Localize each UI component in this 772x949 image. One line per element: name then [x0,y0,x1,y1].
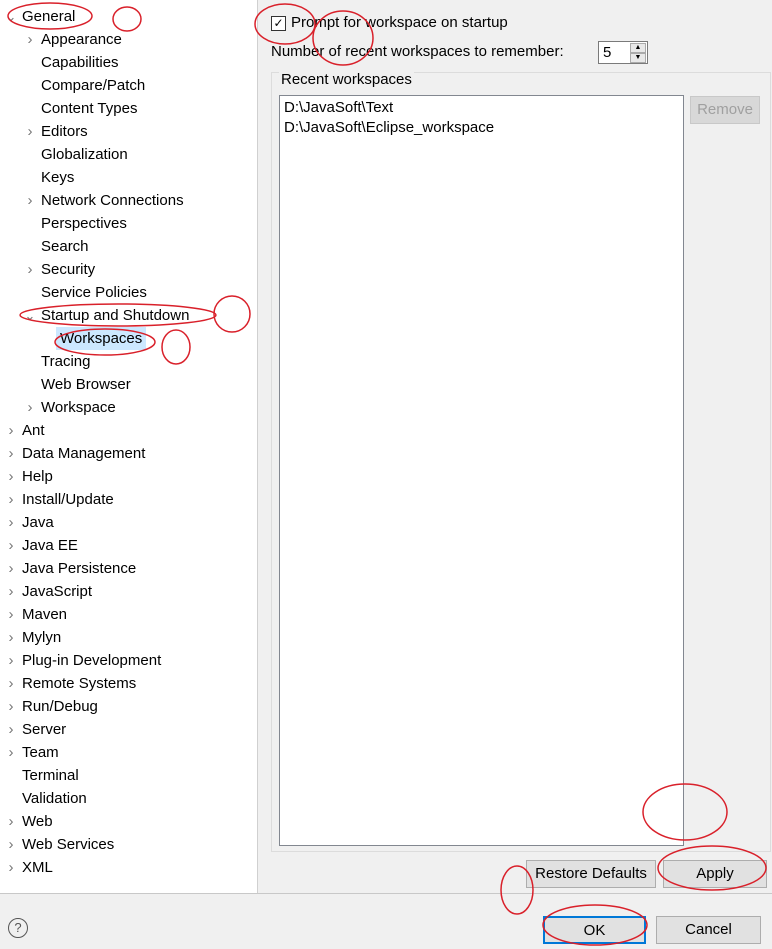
tree-item[interactable]: XML [22,856,53,879]
chevron-right-icon[interactable]: › [5,741,17,764]
chevron-right-icon[interactable]: › [5,534,17,557]
tree-item[interactable]: JavaScript [22,580,92,603]
tree-item[interactable]: Ant [22,419,45,442]
tree-item[interactable]: Install/Update [22,488,114,511]
chevron-right-icon[interactable]: › [5,419,17,442]
recent-count-value[interactable]: 5 [603,44,611,61]
tree-item[interactable]: Workspace [41,396,116,419]
tree-item[interactable]: Perspectives [41,212,127,235]
help-icon[interactable]: ? [8,918,28,938]
chevron-right-icon[interactable]: › [5,649,17,672]
chevron-down-icon[interactable]: ⌄ [24,304,36,327]
chevron-right-icon[interactable]: › [5,672,17,695]
tree-item[interactable]: Maven [22,603,67,626]
cancel-button[interactable]: Cancel [656,916,761,944]
chevron-right-icon[interactable]: › [5,557,17,580]
list-item[interactable]: D:\JavaSoft\Eclipse_workspace [284,118,679,138]
chevron-right-icon[interactable]: › [5,442,17,465]
spin-up-icon[interactable]: ▲ [630,43,646,53]
tree-item[interactable]: General [22,5,75,28]
tree-item[interactable]: Remote Systems [22,672,136,695]
tree-item[interactable]: Java EE [22,534,78,557]
chevron-down-icon[interactable]: ⌄ [5,5,17,28]
tree-item[interactable]: Compare/Patch [41,74,145,97]
list-item[interactable]: D:\JavaSoft\Text [284,98,679,118]
chevron-right-icon[interactable]: › [5,511,17,534]
tree-item[interactable]: Web Services [22,833,114,856]
chevron-right-icon[interactable]: › [5,626,17,649]
spin-down-icon[interactable]: ▼ [630,53,646,63]
tree-item[interactable]: Help [22,465,53,488]
tree-item[interactable]: Tracing [41,350,90,373]
chevron-right-icon[interactable]: › [5,488,17,511]
tree-item[interactable]: Run/Debug [22,695,98,718]
recent-count-spinner[interactable]: 5 ▲ ▼ [598,41,648,64]
tree-item[interactable]: Security [41,258,95,281]
chevron-right-icon[interactable]: › [5,856,17,879]
prompt-checkbox[interactable]: ✓ [271,16,286,31]
tree-item[interactable]: Network Connections [41,189,184,212]
chevron-right-icon[interactable]: › [5,580,17,603]
tree-item[interactable]: Web Browser [41,373,131,396]
tree-item[interactable]: Mylyn [22,626,61,649]
recent-workspaces-list[interactable]: D:\JavaSoft\Text D:\JavaSoft\Eclipse_wor… [279,95,684,846]
remove-button[interactable]: Remove [690,96,760,124]
tree-item[interactable]: Globalization [41,143,128,166]
recent-workspaces-label: Recent workspaces [279,71,414,88]
tree-item[interactable]: Workspaces [56,327,147,350]
chevron-right-icon[interactable]: › [24,28,36,51]
tree-item[interactable]: Editors [41,120,88,143]
tree-item[interactable]: Terminal [22,764,79,787]
chevron-right-icon[interactable]: › [24,396,36,419]
tree-item[interactable]: Team [22,741,59,764]
tree-item[interactable]: Capabilities [41,51,119,74]
chevron-right-icon[interactable]: › [24,258,36,281]
tree-item[interactable]: Java [22,511,54,534]
chevron-right-icon[interactable]: › [5,833,17,856]
apply-button[interactable]: Apply [663,860,767,888]
tree-item[interactable]: Data Management [22,442,145,465]
chevron-right-icon[interactable]: › [24,189,36,212]
dialog-button-bar: ? OK Cancel [0,893,772,949]
tree-item[interactable]: Keys [41,166,74,189]
chevron-right-icon[interactable]: › [5,810,17,833]
tree-item[interactable]: Search [41,235,89,258]
tree-item[interactable]: Web [22,810,53,833]
tree-item[interactable]: Validation [22,787,87,810]
tree-item[interactable]: Appearance [41,28,122,51]
ok-button[interactable]: OK [543,916,646,944]
preferences-tree[interactable]: ⌄ General › Appearance Capabilities Compare/P… [0,0,258,893]
tree-item[interactable]: Startup and Shutdown [41,304,189,327]
chevron-right-icon[interactable]: › [5,465,17,488]
prompt-label[interactable]: Prompt for workspace on startup [291,14,508,31]
recent-count-label: Number of recent workspaces to remember: [271,43,564,60]
chevron-right-icon[interactable]: › [5,603,17,626]
chevron-right-icon[interactable]: › [24,120,36,143]
chevron-right-icon[interactable]: › [5,695,17,718]
restore-defaults-button[interactable]: Restore Defaults [526,860,656,888]
tree-item[interactable]: Service Policies [41,281,147,304]
workspaces-page: ✓ Prompt for workspace on startup Number… [259,0,772,893]
tree-item[interactable]: Server [22,718,66,741]
tree-item[interactable]: Content Types [41,97,137,120]
chevron-right-icon[interactable]: › [5,718,17,741]
tree-item[interactable]: Plug-in Development [22,649,161,672]
tree-item[interactable]: Java Persistence [22,557,136,580]
